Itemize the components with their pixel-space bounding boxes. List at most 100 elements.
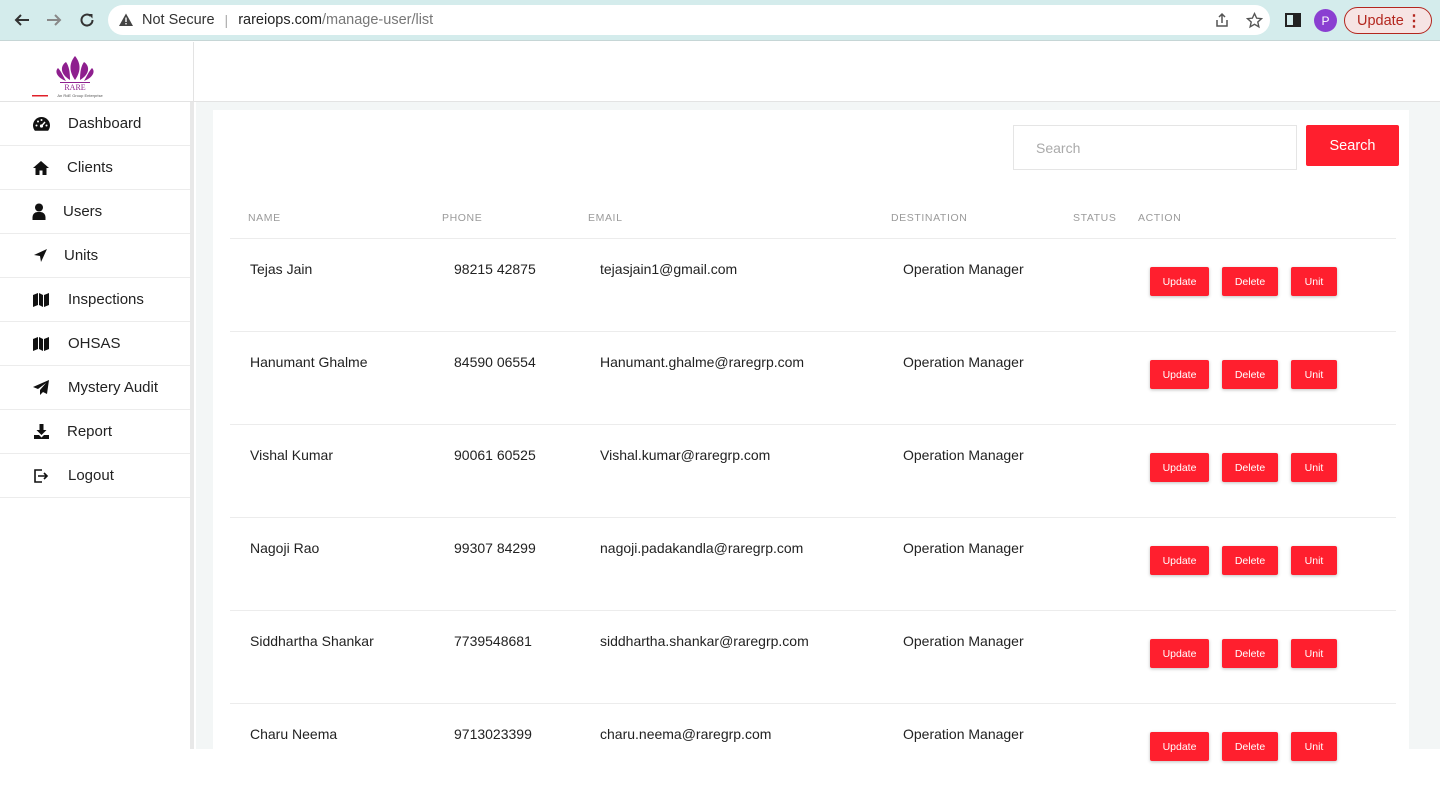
column-header-status: STATUS — [1073, 212, 1117, 224]
download-icon — [31, 422, 51, 442]
update-button[interactable]: Update — [1150, 546, 1209, 575]
update-button[interactable]: Update — [1150, 732, 1209, 761]
sidebar-label-report: Report — [67, 423, 113, 440]
cell-phone: 90061 60525 — [454, 447, 536, 463]
cell-destination: Operation Manager — [903, 633, 1024, 649]
column-header-email: EMAIL — [588, 212, 623, 224]
cell-email: Vishal.kumar@raregrp.com — [600, 447, 771, 463]
update-button[interactable]: Update — [1150, 267, 1209, 296]
table-row: Nagoji Rao 99307 84299 nagoji.padakandla@r… — [230, 517, 1396, 610]
logo-tagline: An RdE Group Enterprise — [57, 93, 103, 98]
cell-destination: Operation Manager — [903, 726, 1024, 742]
logo-container: RARE An RdE Group Enterprise — [0, 42, 194, 102]
unit-button[interactable]: Unit — [1291, 732, 1337, 761]
search-button[interactable]: Search — [1306, 125, 1399, 166]
bookmark-star-icon[interactable] — [1245, 11, 1263, 29]
user-list-card: Search NAME PHONE EMAIL DESTINATION STAT… — [213, 110, 1409, 770]
forward-icon[interactable] — [43, 9, 65, 31]
column-header-destination: DESTINATION — [891, 212, 968, 224]
cell-destination: Operation Manager — [903, 354, 1024, 370]
sidebar-label-dashboard: Dashboard — [68, 115, 142, 132]
cell-destination: Operation Manager — [903, 447, 1024, 463]
cell-destination: Operation Manager — [903, 261, 1024, 277]
cell-phone: 84590 06554 — [454, 354, 536, 370]
cell-email: siddhartha.shankar@raregrp.com — [600, 633, 809, 649]
cell-email: charu.neema@raregrp.com — [600, 726, 772, 742]
address-bar[interactable]: Not Secure | rareiops.com/manage-user/li… — [108, 5, 1270, 35]
sidebar-item-report[interactable]: Report — [0, 410, 190, 454]
delete-button[interactable]: Delete — [1222, 732, 1278, 761]
delete-button[interactable]: Delete — [1222, 546, 1278, 575]
unit-button[interactable]: Unit — [1291, 546, 1337, 575]
sidebar-item-dashboard[interactable]: Dashboard — [0, 102, 190, 146]
sidebar-label-units: Units — [64, 247, 99, 264]
cell-phone: 9713023399 — [454, 726, 532, 742]
delete-button[interactable]: Delete — [1222, 360, 1278, 389]
app-header: RARE An RdE Group Enterprise — [0, 42, 1440, 102]
column-header-name: NAME — [248, 212, 281, 224]
sidebar-item-logout[interactable]: Logout — [0, 454, 190, 498]
cell-name: Hanumant Ghalme — [250, 354, 368, 370]
unit-button[interactable]: Unit — [1291, 267, 1337, 296]
user-icon — [29, 202, 49, 222]
logo-text: RARE — [64, 83, 85, 92]
unit-button[interactable]: Unit — [1291, 360, 1337, 389]
search-input[interactable] — [1013, 125, 1297, 170]
table-row: Charu Neema 9713023399 charu.neema@raregrp… — [230, 703, 1396, 796]
cell-phone: 7739548681 — [454, 633, 532, 649]
cell-name: Nagoji Rao — [250, 540, 320, 556]
url-separator: | — [224, 12, 229, 28]
column-header-action: ACTION — [1138, 212, 1182, 224]
browser-update-label: Update — [1357, 12, 1404, 29]
update-button[interactable]: Update — [1150, 360, 1209, 389]
map-icon — [31, 290, 51, 310]
sidebar-item-users[interactable]: Users — [0, 190, 190, 234]
sidebar-item-mystery-audit[interactable]: Mystery Audit — [0, 366, 190, 410]
browser-update-button[interactable]: Update ⋮ — [1344, 7, 1432, 34]
sidebar-item-ohsas[interactable]: OHSAS — [0, 322, 190, 366]
sidebar-item-clients[interactable]: Clients — [0, 146, 190, 190]
sidebar-item-units[interactable]: Units — [0, 234, 190, 278]
url-domain: rareiops.com — [238, 12, 322, 28]
security-label: Not Secure — [142, 12, 215, 28]
delete-button[interactable]: Delete — [1222, 453, 1278, 482]
home-icon — [31, 158, 51, 178]
sidebar: Dashboard Clients Users Units Inspection… — [0, 102, 194, 749]
column-header-phone: PHONE — [442, 212, 483, 224]
back-icon[interactable] — [11, 9, 33, 31]
cell-email: tejasjain1@gmail.com — [600, 261, 738, 277]
side-panel-icon[interactable] — [1284, 11, 1302, 29]
profile-avatar[interactable]: P — [1314, 9, 1337, 32]
cell-name: Siddhartha Shankar — [250, 633, 374, 649]
logout-icon — [31, 466, 51, 486]
sidebar-label-ohsas: OHSAS — [68, 335, 121, 352]
cell-phone: 99307 84299 — [454, 540, 536, 556]
reload-icon[interactable] — [76, 9, 98, 31]
sidebar-label-logout: Logout — [68, 467, 114, 484]
browser-toolbar: Not Secure | rareiops.com/manage-user/li… — [0, 0, 1440, 41]
more-menu-icon[interactable]: ⋮ — [1406, 11, 1422, 31]
unit-button[interactable]: Unit — [1291, 453, 1337, 482]
map-icon — [31, 334, 51, 354]
unit-button[interactable]: Unit — [1291, 639, 1337, 668]
cell-destination: Operation Manager — [903, 540, 1024, 556]
main-content: Search NAME PHONE EMAIL DESTINATION STAT… — [196, 102, 1440, 770]
dashboard-icon — [31, 114, 51, 134]
delete-button[interactable]: Delete — [1222, 639, 1278, 668]
delete-button[interactable]: Delete — [1222, 267, 1278, 296]
share-icon[interactable] — [1213, 11, 1231, 29]
cell-email: nagoji.padakandla@raregrp.com — [600, 540, 804, 556]
table-row: Tejas Jain 98215 42875 tejasjain1@gmail.co… — [230, 238, 1396, 331]
cell-phone: 98215 42875 — [454, 261, 536, 277]
update-button[interactable]: Update — [1150, 453, 1209, 482]
cell-name: Tejas Jain — [250, 261, 313, 277]
warning-icon — [118, 12, 134, 28]
sidebar-label-mystery-audit: Mystery Audit — [68, 379, 159, 396]
update-button[interactable]: Update — [1150, 639, 1209, 668]
table-row: Siddhartha Shankar 7739548681 siddhartha.s… — [230, 610, 1396, 703]
url-path: /manage-user/list — [322, 12, 434, 28]
cell-email: Hanumant.ghalme@raregrp.com — [600, 354, 805, 370]
sidebar-label-clients: Clients — [67, 159, 113, 176]
paper-plane-icon — [31, 378, 51, 398]
sidebar-item-inspections[interactable]: Inspections — [0, 278, 190, 322]
